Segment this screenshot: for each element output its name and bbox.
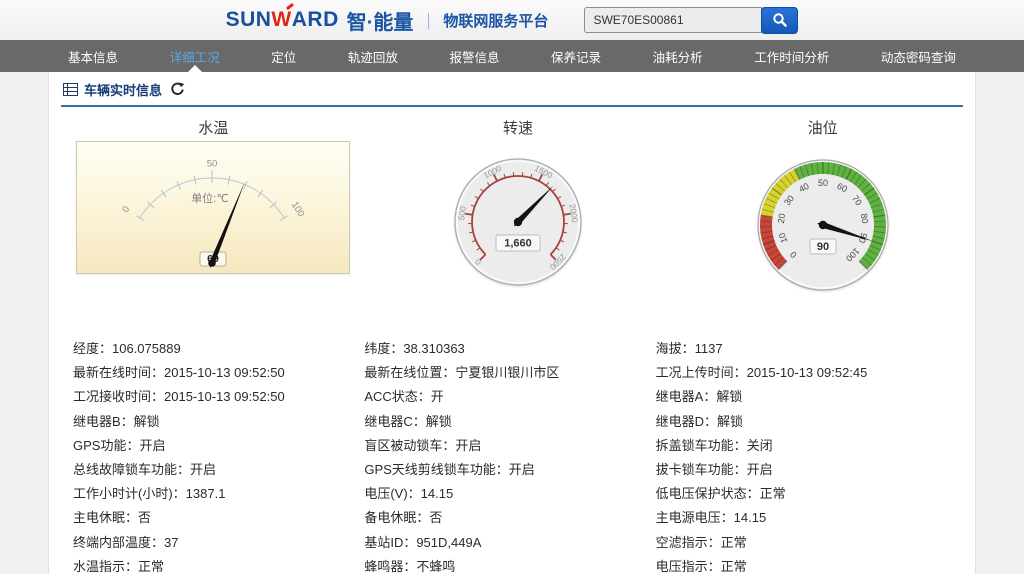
- section-header: 车辆实时信息: [61, 72, 963, 107]
- water-temp-gauge-drawing: 050100单位:℃69: [77, 142, 347, 271]
- svg-text:80: 80: [858, 213, 869, 224]
- info-field: 工作小时计(小时)：1387.1: [73, 482, 364, 506]
- info-field: 主电休眠：否: [73, 506, 364, 530]
- svg-text:50: 50: [207, 159, 218, 170]
- info-field: 蜂鸣器：不蜂鸣: [364, 555, 655, 574]
- info-field: 继电器D：解锁: [656, 410, 947, 434]
- info-field: 终端内部温度：37: [73, 531, 364, 555]
- info-field: 主电源电压：14.15: [656, 506, 947, 530]
- nav-item-basic-info[interactable]: 基本信息: [64, 40, 122, 72]
- info-field: 电压指示：正常: [656, 555, 947, 574]
- platform-name: 物联网服务平台: [443, 10, 548, 31]
- info-field: 基站ID：951D,449A: [364, 531, 655, 555]
- sunward-logo: SUNWARD 智·能量 ｜ 物联网服务平台: [226, 6, 549, 35]
- vehicle-info-grid: 经度：106.075889 最新在线时间：2015-10-13 09:52:50…: [49, 337, 975, 574]
- refresh-button[interactable]: [170, 82, 185, 97]
- info-column-3: 海拔：1137 工况上传时间：2015-10-13 09:52:45 继电器A：…: [656, 337, 947, 574]
- nav-item-detailed-status[interactable]: 详细工况: [166, 40, 224, 72]
- header: SUNWARD 智·能量 ｜ 物联网服务平台: [0, 0, 1024, 40]
- logo-text-en: SUNWARD: [226, 8, 339, 32]
- refresh-icon: [170, 82, 185, 97]
- info-field: 拔卡锁车功能：开启: [656, 458, 947, 482]
- nav-item-alarm-info[interactable]: 报警信息: [445, 40, 503, 72]
- info-field: 最新在线位置：宁夏银川银川市区: [364, 361, 655, 385]
- info-field: 继电器B：解锁: [73, 410, 364, 434]
- logo-divider: ｜: [420, 8, 436, 32]
- grid-icon: [63, 83, 78, 96]
- section-title: 车辆实时信息: [84, 80, 162, 99]
- svg-text:100: 100: [289, 200, 307, 219]
- info-field: ACC状态：开: [364, 385, 655, 409]
- gauge-cell-rpm: 转速 050010001500200025001,660: [366, 113, 671, 303]
- gauge-water-temp: 050100单位:℃69: [76, 141, 350, 274]
- info-field: 工况上传时间：2015-10-13 09:52:45: [656, 361, 947, 385]
- info-column-2: 纬度：38.310363 最新在线位置：宁夏银川银川市区 ACC状态：开 继电器…: [364, 337, 655, 574]
- info-field: 最新在线时间：2015-10-13 09:52:50: [73, 361, 364, 385]
- svg-text:90: 90: [817, 241, 829, 253]
- gauge-cell-water-temp: 水温 050100单位:℃69: [61, 113, 366, 303]
- info-field: 盲区被动锁车：开启: [364, 434, 655, 458]
- search-button[interactable]: [761, 7, 798, 34]
- gauge-cell-fuel-level: 油位 010203040506070809010090: [670, 113, 975, 303]
- svg-text:50: 50: [818, 178, 828, 188]
- info-field: 拆盖锁车功能：关闭: [656, 434, 947, 458]
- info-field: 继电器C：解锁: [364, 410, 655, 434]
- gauge-fuel-level: 010203040506070809010090: [745, 147, 901, 303]
- gauge-title-rpm: 转速: [503, 113, 533, 141]
- nav-item-maintenance-records[interactable]: 保养记录: [547, 40, 605, 72]
- nav-item-location[interactable]: 定位: [267, 40, 300, 72]
- gauges-row: 水温 050100单位:℃69 转速 050010001500200025001…: [49, 107, 975, 303]
- search-icon: [772, 12, 788, 28]
- info-field: 备电休眠：否: [364, 506, 655, 530]
- info-field: 水温指示：正常: [73, 555, 364, 574]
- info-field: 继电器A：解锁: [656, 385, 947, 409]
- svg-text:0: 0: [121, 204, 133, 214]
- logo-text-cn: 智·能量: [347, 6, 414, 35]
- gauge-title-water-temp: 水温: [198, 113, 228, 141]
- info-field: GPS功能：开启: [73, 434, 364, 458]
- nav-item-fuel-analysis[interactable]: 油耗分析: [649, 40, 707, 72]
- nav-bar: 基本信息 详细工况 定位 轨迹回放 报警信息 保养记录 油耗分析 工作时间分析 …: [0, 40, 1024, 72]
- gauge-title-fuel-level: 油位: [808, 113, 838, 141]
- content-panel: 车辆实时信息 水温 050100单位:℃69 转速 05001000150020…: [48, 72, 976, 574]
- info-field: GPS天线剪线锁车功能：开启: [364, 458, 655, 482]
- nav-item-worktime-analysis[interactable]: 工作时间分析: [750, 40, 833, 72]
- info-column-1: 经度：106.075889 最新在线时间：2015-10-13 09:52:50…: [73, 337, 364, 574]
- svg-text:1,660: 1,660: [504, 238, 532, 250]
- info-field: 低电压保护状态：正常: [656, 482, 947, 506]
- info-field: 空滤指示：正常: [656, 531, 947, 555]
- nav-item-track-playback[interactable]: 轨迹回放: [344, 40, 402, 72]
- info-field: 电压(V)：14.15: [364, 482, 655, 506]
- nav-item-dynamic-password[interactable]: 动态密码查询: [877, 40, 960, 72]
- info-field: 经度：106.075889: [73, 337, 364, 361]
- logo-w-accent: W: [271, 8, 291, 31]
- search-input[interactable]: [584, 7, 762, 33]
- info-field: 总线故障锁车功能：开启: [73, 458, 364, 482]
- info-field: 海拔：1137: [656, 337, 947, 361]
- svg-text:单位:℃: 单位:℃: [192, 191, 229, 205]
- info-field: 工况接收时间：2015-10-13 09:52:50: [73, 385, 364, 409]
- info-field: 纬度：38.310363: [364, 337, 655, 361]
- svg-text:20: 20: [775, 213, 786, 224]
- gauge-rpm: 050010001500200025001,660: [443, 147, 593, 297]
- search-group: [584, 7, 798, 34]
- page: SUNWARD 智·能量 ｜ 物联网服务平台 基本信息 详细工况 定位 轨迹回放…: [0, 0, 1024, 574]
